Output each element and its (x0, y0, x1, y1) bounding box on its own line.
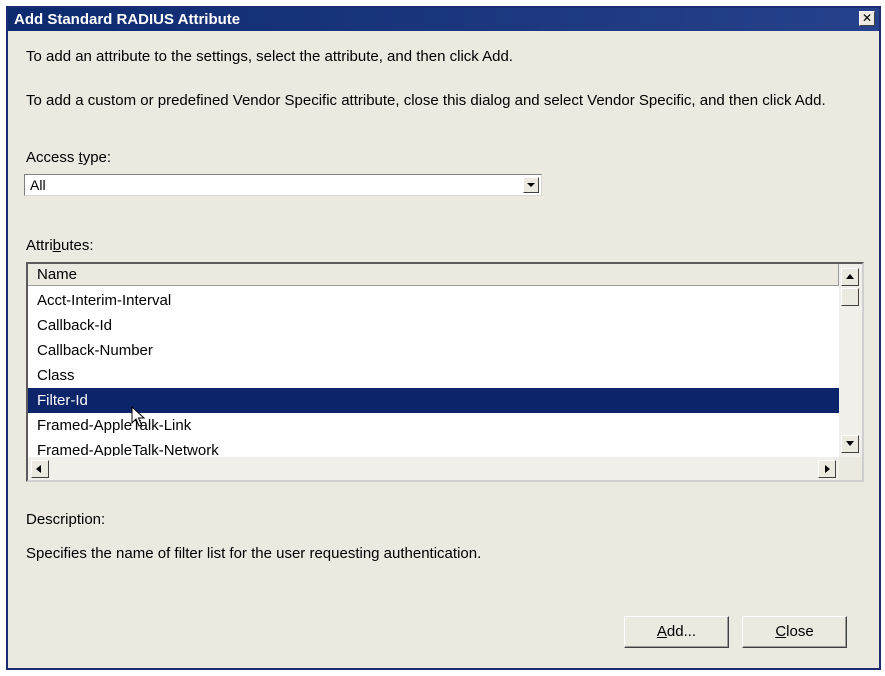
access-type-label: Access type: (26, 149, 112, 166)
column-header-label: Name (37, 266, 78, 283)
horizontal-scrollbar[interactable] (28, 457, 839, 480)
dialog-window: Add Standard RADIUS Attribute ✕ To add a… (6, 6, 881, 670)
scrollbar-corner (839, 457, 862, 480)
arrow-pointer-icon (131, 406, 145, 427)
description-label: Description: (26, 511, 106, 528)
instruction-line-1: To add an attribute to the settings, sel… (26, 48, 513, 65)
list-item-callback-id[interactable]: Callback-Id (28, 313, 839, 338)
column-header-name[interactable]: Name (28, 264, 839, 286)
access-type-dropdown[interactable]: All (24, 174, 542, 196)
description-text: Specifies the name of filter list for th… (26, 545, 482, 562)
instruction-line-2: To add a custom or predefined Vendor Spe… (26, 92, 826, 109)
access-type-value: All (30, 177, 46, 193)
attributes-label: Attributes: (26, 237, 94, 254)
scroll-right-icon[interactable] (818, 460, 836, 478)
list-item-framed-appletalk-link[interactable]: Framed-AppleTalk-Link (28, 413, 839, 438)
list-item-callback-number[interactable]: Callback-Number (28, 338, 839, 363)
chevron-down-icon[interactable] (523, 177, 539, 193)
scroll-up-icon[interactable] (841, 268, 859, 286)
title-bar[interactable]: Add Standard RADIUS Attribute ✕ (8, 8, 879, 31)
close-icon[interactable]: ✕ (859, 11, 875, 26)
list-item-class[interactable]: Class (28, 363, 839, 388)
scroll-left-icon[interactable] (31, 460, 49, 478)
list-item-acct-interim-interval[interactable]: Acct-Interim-Interval (28, 288, 839, 313)
list-item-framed-appletalk-network[interactable]: Framed-AppleTalk-Network (28, 438, 839, 456)
list-item-filter-id[interactable]: Filter-Id (28, 388, 839, 413)
scroll-down-icon[interactable] (841, 435, 859, 453)
vertical-scrollbar[interactable] (839, 264, 862, 457)
attributes-list[interactable]: Name Acct-Interim-Interval Callback-Id C… (26, 262, 864, 482)
vertical-scroll-thumb[interactable] (841, 288, 859, 306)
attribute-rows: Acct-Interim-Interval Callback-Id Callba… (28, 288, 839, 456)
close-button[interactable]: Close (742, 616, 847, 648)
dialog-title: Add Standard RADIUS Attribute (14, 11, 241, 28)
add-button[interactable]: Add... (624, 616, 729, 648)
